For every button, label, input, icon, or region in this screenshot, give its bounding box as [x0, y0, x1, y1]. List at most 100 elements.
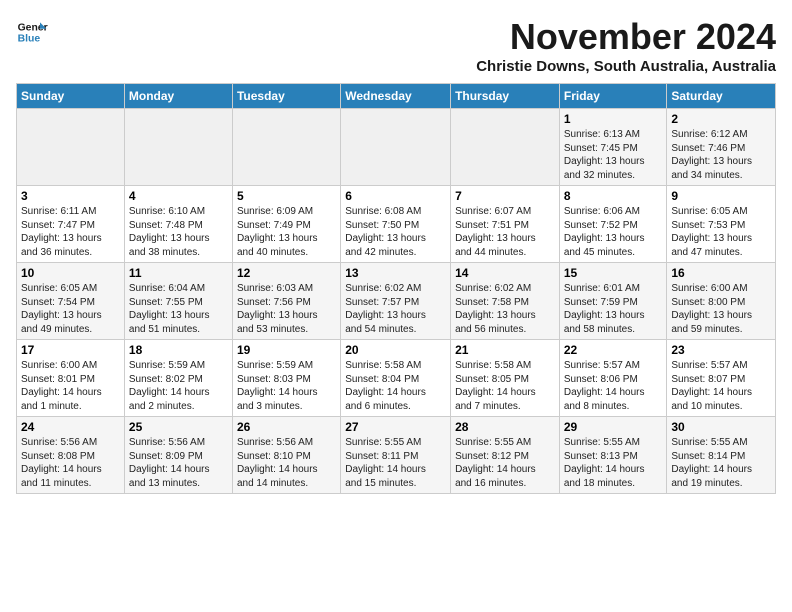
day-info: Sunrise: 6:01 AM Sunset: 7:59 PM Dayligh… [564, 282, 663, 336]
calendar-cell [124, 109, 232, 186]
logo-icon: General Blue [16, 16, 48, 48]
day-info: Sunrise: 5:59 AM Sunset: 8:02 PM Dayligh… [129, 359, 228, 413]
day-number: 20 [345, 343, 446, 357]
calendar-cell: 29Sunrise: 5:55 AM Sunset: 8:13 PM Dayli… [559, 417, 667, 494]
day-info: Sunrise: 5:56 AM Sunset: 8:09 PM Dayligh… [129, 436, 228, 490]
day-number: 2 [671, 112, 771, 126]
day-info: Sunrise: 6:05 AM Sunset: 7:53 PM Dayligh… [671, 205, 771, 259]
day-number: 3 [21, 189, 120, 203]
page-header: General Blue November 2024 Christie Down… [16, 16, 776, 75]
calendar-cell: 20 Sunrise: 5:58 AM Sunset: 8:04 PM Dayli… [341, 340, 451, 417]
calendar-cell: 18Sunrise: 5:59 AM Sunset: 8:02 PM Dayli… [124, 340, 232, 417]
day-number: 26 [237, 420, 336, 434]
calendar-cell: 2 Sunrise: 6:12 AM Sunset: 7:46 PM Daylig… [667, 109, 776, 186]
calendar-header-row: SundayMondayTuesdayWednesdayThursdayFrid… [17, 84, 776, 109]
day-info: Sunrise: 6:00 AM Sunset: 8:01 PM Dayligh… [21, 359, 120, 413]
calendar-cell: 28Sunrise: 5:55 AM Sunset: 8:12 PM Dayli… [451, 417, 560, 494]
header-saturday: Saturday [667, 84, 776, 109]
day-info: Sunrise: 6:09 AM Sunset: 7:49 PM Dayligh… [237, 205, 336, 259]
calendar-cell: 8 Sunrise: 6:06 AM Sunset: 7:52 PM Daylig… [559, 186, 667, 263]
day-number: 5 [237, 189, 336, 203]
day-info: Sunrise: 5:57 AM Sunset: 8:06 PM Dayligh… [564, 359, 663, 413]
calendar-cell: 4 Sunrise: 6:10 AM Sunset: 7:48 PM Daylig… [124, 186, 232, 263]
calendar-cell: 30 Sunrise: 5:55 AM Sunset: 8:14 PM Dayli… [667, 417, 776, 494]
day-number: 6 [345, 189, 446, 203]
day-info: Sunrise: 6:04 AM Sunset: 7:55 PM Dayligh… [129, 282, 228, 336]
calendar-cell: 11 Sunrise: 6:04 AM Sunset: 7:55 PM Dayli… [124, 263, 232, 340]
header-thursday: Thursday [451, 84, 560, 109]
svg-text:Blue: Blue [18, 34, 41, 45]
day-number: 15 [564, 266, 663, 280]
calendar-cell: 13Sunrise: 6:02 AM Sunset: 7:57 PM Dayli… [341, 263, 451, 340]
day-number: 7 [455, 189, 555, 203]
day-info: Sunrise: 5:55 AM Sunset: 8:14 PM Dayligh… [671, 436, 771, 490]
calendar-cell: 24 Sunrise: 5:56 AM Sunset: 8:08 PM Dayli… [17, 417, 125, 494]
calendar-cell: 27Sunrise: 5:55 AM Sunset: 8:11 PM Dayli… [341, 417, 451, 494]
calendar-cell: 26Sunrise: 5:56 AM Sunset: 8:10 PM Dayli… [232, 417, 340, 494]
day-number: 21 [455, 343, 555, 357]
calendar-week-3: 10Sunrise: 6:05 AM Sunset: 7:54 PM Dayli… [17, 263, 776, 340]
header-monday: Monday [124, 84, 232, 109]
day-info: Sunrise: 6:02 AM Sunset: 7:58 PM Dayligh… [455, 282, 555, 336]
calendar-cell: 25 Sunrise: 5:56 AM Sunset: 8:09 PM Dayli… [124, 417, 232, 494]
location-subtitle: Christie Downs, South Australia, Austral… [476, 58, 776, 75]
day-number: 22 [564, 343, 663, 357]
day-info: Sunrise: 5:59 AM Sunset: 8:03 PM Dayligh… [237, 359, 336, 413]
day-number: 1 [564, 112, 663, 126]
header-sunday: Sunday [17, 84, 125, 109]
day-info: Sunrise: 6:02 AM Sunset: 7:57 PM Dayligh… [345, 282, 446, 336]
day-info: Sunrise: 6:12 AM Sunset: 7:46 PM Dayligh… [671, 128, 771, 182]
calendar-cell: 9Sunrise: 6:05 AM Sunset: 7:53 PM Daylig… [667, 186, 776, 263]
day-info: Sunrise: 6:07 AM Sunset: 7:51 PM Dayligh… [455, 205, 555, 259]
calendar-cell: 1 Sunrise: 6:13 AM Sunset: 7:45 PM Daylig… [559, 109, 667, 186]
day-number: 25 [129, 420, 228, 434]
title-block: November 2024 Christie Downs, South Aust… [476, 16, 776, 75]
day-info: Sunrise: 6:00 AM Sunset: 8:00 PM Dayligh… [671, 282, 771, 336]
calendar-week-4: 17 Sunrise: 6:00 AM Sunset: 8:01 PM Dayli… [17, 340, 776, 417]
day-info: Sunrise: 5:55 AM Sunset: 8:12 PM Dayligh… [455, 436, 555, 490]
calendar-cell: 22 Sunrise: 5:57 AM Sunset: 8:06 PM Dayli… [559, 340, 667, 417]
calendar-cell: 12Sunrise: 6:03 AM Sunset: 7:56 PM Dayli… [232, 263, 340, 340]
day-info: Sunrise: 6:05 AM Sunset: 7:54 PM Dayligh… [21, 282, 120, 336]
day-number: 19 [237, 343, 336, 357]
header-friday: Friday [559, 84, 667, 109]
day-info: Sunrise: 6:13 AM Sunset: 7:45 PM Dayligh… [564, 128, 663, 182]
day-number: 17 [21, 343, 120, 357]
calendar-week-5: 24 Sunrise: 5:56 AM Sunset: 8:08 PM Dayli… [17, 417, 776, 494]
calendar-cell: 17 Sunrise: 6:00 AM Sunset: 8:01 PM Dayli… [17, 340, 125, 417]
header-wednesday: Wednesday [341, 84, 451, 109]
month-title: November 2024 [476, 16, 776, 58]
day-info: Sunrise: 6:08 AM Sunset: 7:50 PM Dayligh… [345, 205, 446, 259]
calendar-cell: 5 Sunrise: 6:09 AM Sunset: 7:49 PM Daylig… [232, 186, 340, 263]
day-info: Sunrise: 5:57 AM Sunset: 8:07 PM Dayligh… [671, 359, 771, 413]
day-number: 11 [129, 266, 228, 280]
calendar-table: SundayMondayTuesdayWednesdayThursdayFrid… [16, 83, 776, 494]
day-info: Sunrise: 5:58 AM Sunset: 8:05 PM Dayligh… [455, 359, 555, 413]
day-info: Sunrise: 5:56 AM Sunset: 8:08 PM Dayligh… [21, 436, 120, 490]
day-number: 4 [129, 189, 228, 203]
calendar-week-2: 3Sunrise: 6:11 AM Sunset: 7:47 PM Daylig… [17, 186, 776, 263]
calendar-cell [17, 109, 125, 186]
header-tuesday: Tuesday [232, 84, 340, 109]
day-number: 29 [564, 420, 663, 434]
calendar-cell: 7 Sunrise: 6:07 AM Sunset: 7:51 PM Daylig… [451, 186, 560, 263]
calendar-cell: 16 Sunrise: 6:00 AM Sunset: 8:00 PM Dayli… [667, 263, 776, 340]
calendar-cell [341, 109, 451, 186]
day-number: 24 [21, 420, 120, 434]
day-number: 30 [671, 420, 771, 434]
day-number: 14 [455, 266, 555, 280]
calendar-cell: 3Sunrise: 6:11 AM Sunset: 7:47 PM Daylig… [17, 186, 125, 263]
calendar-cell: 19 Sunrise: 5:59 AM Sunset: 8:03 PM Dayli… [232, 340, 340, 417]
day-number: 16 [671, 266, 771, 280]
day-info: Sunrise: 5:58 AM Sunset: 8:04 PM Dayligh… [345, 359, 446, 413]
day-info: Sunrise: 6:06 AM Sunset: 7:52 PM Dayligh… [564, 205, 663, 259]
day-number: 8 [564, 189, 663, 203]
day-info: Sunrise: 6:03 AM Sunset: 7:56 PM Dayligh… [237, 282, 336, 336]
day-info: Sunrise: 6:10 AM Sunset: 7:48 PM Dayligh… [129, 205, 228, 259]
calendar-week-1: 1 Sunrise: 6:13 AM Sunset: 7:45 PM Daylig… [17, 109, 776, 186]
calendar-cell: 15 Sunrise: 6:01 AM Sunset: 7:59 PM Dayli… [559, 263, 667, 340]
logo: General Blue [16, 16, 48, 48]
calendar-cell [232, 109, 340, 186]
day-number: 23 [671, 343, 771, 357]
calendar-cell: 21 Sunrise: 5:58 AM Sunset: 8:05 PM Dayli… [451, 340, 560, 417]
